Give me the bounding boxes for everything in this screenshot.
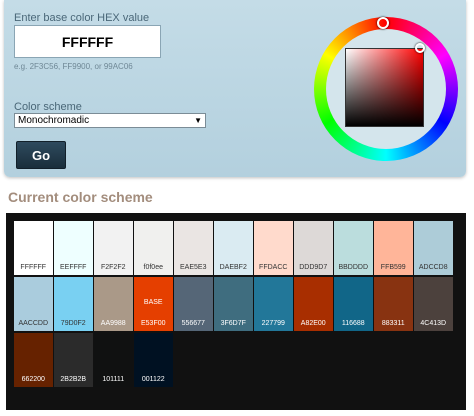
saturation-lightness-square[interactable] — [345, 48, 424, 127]
swatch-hex-label: AACCDD — [18, 320, 49, 327]
swatch-grid: FFFFFF EEFFFF F2F2F2 f0f0ee EAE5E3 DAEBF2 FFDA… — [14, 221, 453, 387]
section-title: Current color scheme — [8, 189, 153, 205]
swatch-hex-label: A82E00 — [300, 320, 326, 327]
color-swatch[interactable]: 3F6D7F — [214, 277, 253, 331]
swatch-hex-label: FFB599 — [380, 264, 406, 271]
saturation-handle[interactable] — [415, 43, 425, 53]
swatch-hex-label: EEFFFF — [60, 264, 87, 271]
color-swatch[interactable]: AA9988 — [94, 277, 133, 331]
swatch-hex-label: f0f0ee — [143, 264, 163, 271]
color-swatch[interactable]: 001122 — [134, 333, 173, 387]
dropdown-arrow-icon: ▼ — [194, 116, 202, 125]
swatch-hex-label: FFFFFF — [20, 264, 47, 271]
swatch-hex-label: DDD9D7 — [299, 264, 328, 271]
color-swatch[interactable]: EAE5E3 — [174, 221, 213, 275]
swatch-hex-label: 883311 — [381, 320, 405, 327]
scheme-select[interactable]: Monochromadic ▼ — [14, 113, 206, 128]
color-swatch[interactable]: 116688 — [334, 277, 373, 331]
color-swatch[interactable]: AACCDD — [14, 277, 53, 331]
color-swatch[interactable]: F2F2F2 — [94, 221, 133, 275]
base-label: BASE — [143, 299, 163, 306]
color-swatch[interactable]: FFFFFF — [14, 221, 53, 275]
color-swatch[interactable]: A82E00 — [294, 277, 333, 331]
color-swatch[interactable]: 883311 — [374, 277, 413, 331]
swatch-hex-label: 116688 — [341, 320, 365, 327]
swatch-hex-label: F2F2F2 — [100, 264, 126, 271]
color-swatch[interactable]: DDD9D7 — [294, 221, 333, 275]
swatch-hex-label: 3F6D7F — [220, 320, 246, 327]
swatch-hex-label: E53F00 — [140, 320, 166, 327]
swatch-hex-label: 2B2B2B — [60, 376, 87, 383]
swatch-hex-label: 662200 — [21, 376, 45, 383]
go-button[interactable]: Go — [16, 141, 66, 169]
swatch-hex-label: FFDACC — [259, 264, 288, 271]
color-swatch[interactable]: FFDACC — [254, 221, 293, 275]
color-swatch[interactable]: DAEBF2 — [214, 221, 253, 275]
color-swatch[interactable]: 4C413D — [414, 277, 453, 331]
swatch-hex-label: BBDDDD — [338, 264, 369, 271]
color-swatch[interactable]: f0f0ee — [134, 221, 173, 275]
color-swatch[interactable]: EEFFFF — [54, 221, 93, 275]
swatch-hex-label: 001122 — [141, 376, 165, 383]
color-scheme-panel: FFFFFF EEFFFF F2F2F2 f0f0ee EAE5E3 DAEBF2 FFDA… — [6, 213, 466, 410]
swatch-hex-label: 101111 — [102, 376, 125, 383]
scheme-select-value: Monochromadic — [18, 115, 90, 126]
scheme-label: Color scheme — [14, 101, 82, 113]
hex-label: Enter base color HEX value — [14, 12, 150, 24]
swatch-hex-label: ADCCD8 — [418, 264, 448, 271]
hex-hint: e.g. 2F3C56, FF9900, or 99AC06 — [14, 62, 133, 71]
swatch-hex-label: DAEBF2 — [219, 264, 247, 271]
swatch-hex-label: 4C413D — [420, 320, 447, 327]
swatch-hex-label: EAE5E3 — [180, 264, 207, 271]
hue-handle[interactable] — [377, 17, 389, 29]
color-swatch[interactable]: BASE E53F00 — [134, 277, 173, 331]
swatch-hex-label: 79D0F2 — [60, 320, 86, 327]
color-swatch[interactable]: 2B2B2B — [54, 333, 93, 387]
swatch-hex-label: 556677 — [181, 320, 205, 327]
color-swatch[interactable]: 227799 — [254, 277, 293, 331]
color-swatch[interactable]: 556677 — [174, 277, 213, 331]
swatch-hex-label: AA9988 — [100, 320, 126, 327]
color-swatch[interactable]: FFB599 — [374, 221, 413, 275]
swatch-hex-label: 227799 — [261, 320, 285, 327]
color-swatch[interactable]: 101111 — [94, 333, 133, 387]
color-swatch[interactable]: 662200 — [14, 333, 53, 387]
color-swatch[interactable]: 79D0F2 — [54, 277, 93, 331]
hex-input[interactable] — [14, 25, 161, 58]
color-swatch[interactable]: BBDDDD — [334, 221, 373, 275]
color-swatch[interactable]: ADCCD8 — [414, 221, 453, 275]
